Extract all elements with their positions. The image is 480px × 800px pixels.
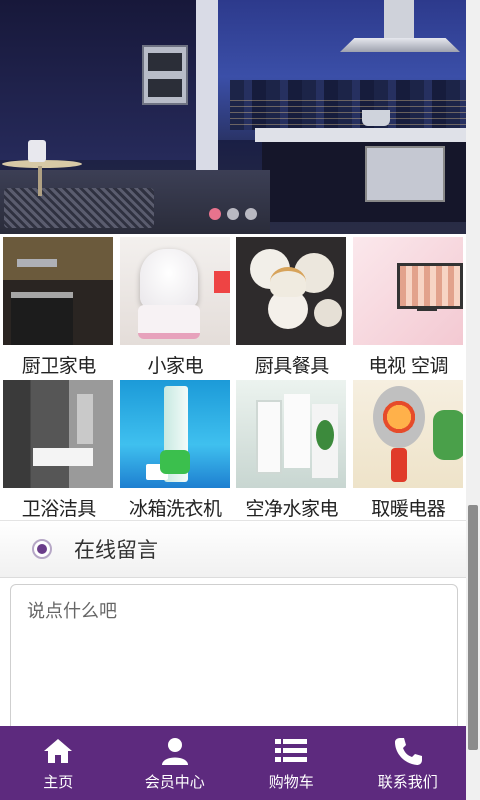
banner-cabinet-oven (365, 146, 445, 202)
home-icon (40, 734, 76, 768)
category-label: 空净水家电 (245, 498, 338, 520)
category-thumbnail (352, 237, 463, 345)
nav-member-center[interactable]: 会员中心 (117, 726, 234, 800)
category-item-3[interactable]: 电视 空调 (350, 234, 467, 377)
banner-carousel[interactable] (0, 0, 466, 234)
category-label: 厨具餐具 (254, 355, 330, 377)
user-icon (157, 734, 193, 768)
nav-label: 联系我们 (377, 773, 438, 791)
message-section-title: 在线留言 (74, 538, 158, 562)
category-thumbnail (3, 380, 113, 488)
category-label: 取暖电器 (371, 498, 446, 520)
category-thumbnail (119, 380, 230, 488)
carousel-dots (0, 208, 466, 220)
banner-range-hood (340, 0, 460, 52)
nav-label: 主页 (43, 773, 74, 791)
category-item-7[interactable]: 取暖电器 (350, 377, 467, 520)
page: 厨卫家电 小家电 厨具餐具 电视 空调 卫浴洁具 冰箱洗衣机 空净水家电 取暖电… (0, 0, 466, 800)
message-section-header: 在线留言 (0, 520, 466, 578)
banner-counter (255, 128, 466, 142)
banner-oven (142, 45, 188, 105)
bottom-nav: 主页 会员中心 购物车 联系我们 (0, 726, 466, 800)
category-item-0[interactable]: 厨卫家电 (0, 234, 117, 377)
carousel-dot-1[interactable] (209, 208, 221, 220)
scrollbar-thumb[interactable] (468, 505, 478, 750)
message-box (10, 584, 458, 744)
category-label: 冰箱洗衣机 (128, 498, 222, 520)
banner-table-leg (38, 166, 42, 196)
banner-jar (28, 140, 46, 162)
nav-home[interactable]: 主页 (0, 726, 117, 800)
list-icon (273, 734, 309, 768)
message-input[interactable] (27, 597, 441, 731)
category-label: 小家电 (147, 355, 203, 377)
category-item-4[interactable]: 卫浴洁具 (0, 377, 117, 520)
category-label: 卫浴洁具 (21, 498, 97, 520)
category-item-2[interactable]: 厨具餐具 (233, 234, 350, 377)
category-label: 厨卫家电 (21, 355, 97, 377)
category-thumbnail (236, 380, 346, 488)
category-grid: 厨卫家电 小家电 厨具餐具 电视 空调 卫浴洁具 冰箱洗衣机 空净水家电 取暖电… (0, 234, 466, 520)
category-thumbnail (3, 237, 113, 345)
category-label: 电视 空调 (368, 355, 449, 377)
category-item-5[interactable]: 冰箱洗衣机 (117, 377, 234, 520)
radio-icon (32, 539, 52, 559)
banner-pot (362, 110, 390, 126)
nav-label: 会员中心 (144, 773, 205, 791)
category-thumbnail (352, 380, 463, 488)
carousel-dot-2[interactable] (227, 208, 239, 220)
banner-city-lights (230, 95, 466, 130)
category-thumbnail (236, 237, 346, 345)
nav-contact[interactable]: 联系我们 (350, 726, 467, 800)
nav-cart[interactable]: 购物车 (233, 726, 350, 800)
category-item-6[interactable]: 空净水家电 (233, 377, 350, 520)
category-item-1[interactable]: 小家电 (117, 234, 234, 377)
scrollbar[interactable] (466, 0, 480, 800)
carousel-dot-3[interactable] (245, 208, 257, 220)
nav-label: 购物车 (268, 773, 314, 791)
category-thumbnail (119, 237, 230, 345)
phone-icon (390, 734, 426, 768)
